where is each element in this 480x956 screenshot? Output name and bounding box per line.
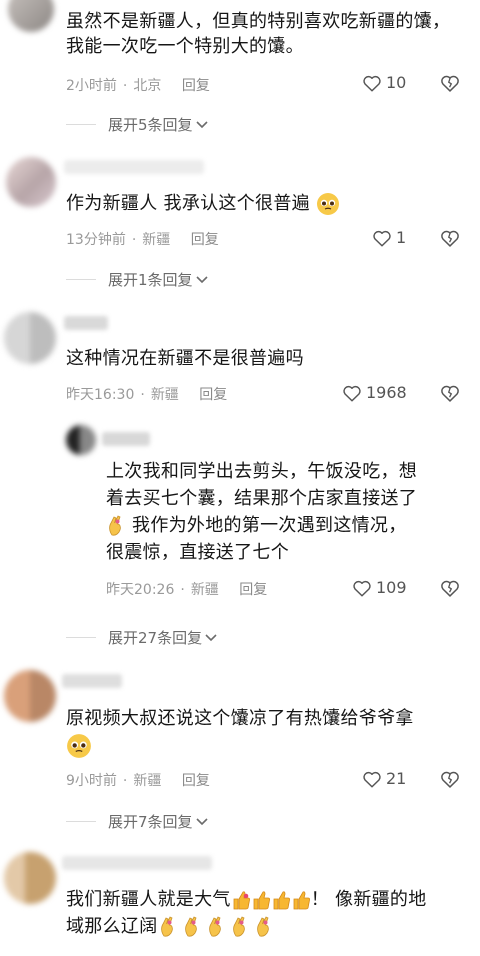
comment-location: 新疆 bbox=[150, 387, 179, 403]
comment-location: 北京 bbox=[133, 78, 162, 94]
expand-replies[interactable]: 展开5条回复 bbox=[66, 114, 208, 135]
chevron-down-icon bbox=[195, 275, 208, 283]
expand-replies[interactable]: 展开27条回复 bbox=[66, 627, 217, 648]
heart-outline-icon bbox=[353, 580, 371, 597]
divider bbox=[66, 279, 96, 280]
comment-time: 昨天16:30 bbox=[66, 387, 135, 403]
heart-outline-icon bbox=[363, 75, 381, 92]
comment-text: 作为新疆人 我承认这个很普遍 bbox=[66, 191, 466, 216]
comment-meta: 13分钟前 · 新疆 回复 bbox=[66, 232, 219, 248]
comment-time: 13分钟前 bbox=[66, 232, 126, 248]
avatar[interactable] bbox=[66, 425, 96, 455]
like-button[interactable]: 1 bbox=[372, 228, 406, 247]
comment-text: 我们新疆人就是大气！ 像新疆的地 域那么辽阔 bbox=[66, 889, 427, 937]
divider bbox=[66, 124, 96, 125]
divider bbox=[66, 821, 96, 822]
like-count: 10 bbox=[386, 73, 407, 92]
avatar[interactable] bbox=[6, 157, 56, 207]
crossed-fingers-emoji bbox=[109, 515, 121, 536]
comment-time: 2小时前 bbox=[66, 78, 117, 94]
thumbs-up-emoji bbox=[233, 891, 310, 910]
divider bbox=[66, 637, 96, 638]
comment-meta: 昨天16:30 · 新疆 回复 bbox=[66, 387, 228, 403]
broken-heart-icon[interactable] bbox=[440, 383, 460, 403]
like-button[interactable]: 21 bbox=[362, 769, 406, 788]
reply-button[interactable]: 回复 bbox=[199, 387, 227, 403]
chevron-down-icon bbox=[195, 817, 208, 825]
broken-heart-icon[interactable] bbox=[440, 769, 460, 789]
avatar[interactable] bbox=[4, 670, 56, 722]
pleading-face-emoji bbox=[67, 734, 91, 758]
reply-text: 上次我和同学出去剪头，午饭没吃，想 着去买七个囊，结果那个店家直接送了 我作为外… bbox=[106, 461, 418, 563]
reply-button[interactable]: 回复 bbox=[239, 582, 267, 598]
chevron-down-icon bbox=[195, 120, 208, 128]
comment-text: 虽然不是新疆人，但真的特别喜欢吃新疆的馕，我能一次吃一个特别大的馕。 bbox=[66, 11, 451, 57]
pleading-face-emoji bbox=[316, 193, 339, 215]
comment-location: 新疆 bbox=[142, 232, 171, 248]
username-blurred bbox=[64, 160, 204, 174]
comment-text: 这种情况在新疆不是很普遍吗 bbox=[66, 348, 304, 369]
username-blurred bbox=[62, 856, 212, 870]
chevron-down-icon bbox=[205, 633, 217, 641]
expand-label: 展开27条回复 bbox=[108, 629, 203, 647]
avatar[interactable] bbox=[8, 0, 54, 32]
heart-outline-icon bbox=[373, 230, 391, 247]
broken-heart-icon[interactable] bbox=[440, 73, 460, 93]
username-blurred bbox=[64, 316, 108, 330]
like-count: 1 bbox=[396, 228, 407, 247]
like-count: 21 bbox=[386, 769, 407, 788]
heart-outline-icon bbox=[343, 385, 361, 402]
expand-replies[interactable]: 展开1条回复 bbox=[66, 269, 208, 290]
comment-meta: 昨天20:26 · 新疆 回复 bbox=[106, 582, 268, 598]
comment-text: 原视频大叔还说这个馕凉了有热馕给爷爷拿 bbox=[66, 706, 466, 759]
comment-time: 9小时前 bbox=[66, 773, 117, 789]
expand-label: 展开7条回复 bbox=[108, 813, 193, 831]
reply-button[interactable]: 回复 bbox=[182, 78, 210, 94]
reply-button[interactable]: 回复 bbox=[191, 232, 219, 248]
comment-location: 新疆 bbox=[190, 582, 219, 598]
like-count: 109 bbox=[376, 578, 407, 597]
crossed-fingers-emoji bbox=[160, 916, 269, 937]
expand-replies[interactable]: 展开7条回复 bbox=[66, 811, 208, 832]
username-blurred bbox=[62, 674, 122, 688]
expand-label: 展开1条回复 bbox=[108, 271, 193, 289]
broken-heart-icon[interactable] bbox=[440, 578, 460, 598]
like-button[interactable]: 109 bbox=[352, 578, 407, 597]
heart-outline-icon bbox=[363, 771, 381, 788]
username-blurred bbox=[102, 432, 150, 446]
reply-button[interactable]: 回复 bbox=[182, 773, 210, 789]
comment-time: 昨天20:26 bbox=[106, 582, 175, 598]
like-count: 1968 bbox=[366, 383, 407, 402]
like-button[interactable]: 1968 bbox=[342, 383, 407, 402]
avatar[interactable] bbox=[4, 852, 56, 904]
comment-meta: 2小时前 · 北京 回复 bbox=[66, 78, 210, 94]
comment-meta: 9小时前 · 新疆 回复 bbox=[66, 773, 210, 789]
broken-heart-icon[interactable] bbox=[440, 228, 460, 248]
comment-location: 新疆 bbox=[133, 773, 162, 789]
like-button[interactable]: 10 bbox=[362, 73, 406, 92]
expand-label: 展开5条回复 bbox=[108, 116, 193, 134]
avatar[interactable] bbox=[4, 312, 56, 364]
